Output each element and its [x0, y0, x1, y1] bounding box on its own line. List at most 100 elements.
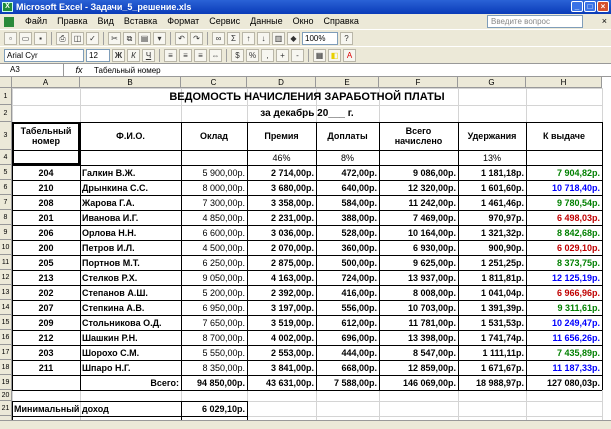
employee-pay[interactable]: 9 780,54р.	[526, 195, 602, 210]
spelling-icon[interactable]: ✓	[86, 31, 99, 45]
employee-bonus[interactable]: 3 841,00р.	[247, 360, 316, 375]
header-extra[interactable]: Доплаты	[316, 122, 379, 150]
menu-file[interactable]: Файл	[20, 14, 52, 29]
row-header-13[interactable]: 13	[0, 285, 12, 300]
function-icon[interactable]: fx	[64, 65, 94, 75]
employee-id[interactable]: 203	[12, 345, 80, 360]
employee-deductions[interactable]: 1 601,60р.	[458, 180, 526, 195]
menu-insert[interactable]: Вставка	[119, 14, 162, 29]
font-color-icon[interactable]: A	[343, 48, 356, 62]
menu-view[interactable]: Вид	[93, 14, 119, 29]
employee-bonus[interactable]: 2 392,00р.	[247, 285, 316, 300]
employee-pay[interactable]: 6 029,10р.	[526, 240, 602, 255]
sort-asc-icon[interactable]: ↑	[242, 31, 255, 45]
percent-icon[interactable]: %	[246, 48, 259, 62]
column-header-a[interactable]: A	[12, 77, 80, 88]
employee-id[interactable]: 205	[12, 255, 80, 270]
employee-id[interactable]: 212	[12, 330, 80, 345]
employee-bonus[interactable]: 2 231,00р.	[247, 210, 316, 225]
summary-label[interactable]: Минимальный доход	[12, 401, 181, 416]
copy-icon[interactable]: ⧉	[123, 31, 136, 45]
menu-data[interactable]: Данные	[245, 14, 288, 29]
employee-id[interactable]: 207	[12, 300, 80, 315]
save-icon[interactable]: ▪	[34, 31, 47, 45]
menu-help[interactable]: Справка	[319, 14, 364, 29]
employee-deductions[interactable]: 970,97р.	[458, 210, 526, 225]
row-header-11[interactable]: 11	[0, 255, 12, 270]
bonus-rate[interactable]: 46%	[247, 150, 316, 165]
header-bonus[interactable]: Премия	[247, 122, 316, 150]
employee-salary[interactable]: 4 500,00р.	[181, 240, 247, 255]
zoom-select[interactable]: 100%	[302, 31, 338, 45]
open-icon[interactable]: ▭	[19, 31, 32, 45]
employee-total[interactable]: 13 937,00р.	[379, 270, 458, 285]
employee-name[interactable]: Портнов М.Т.	[80, 255, 181, 270]
row-header-18[interactable]: 18	[0, 360, 12, 375]
employee-id[interactable]: 208	[12, 195, 80, 210]
employee-id[interactable]: 201	[12, 210, 80, 225]
row-header-20[interactable]: 20	[0, 390, 12, 401]
employee-bonus[interactable]: 4 163,00р.	[247, 270, 316, 285]
employee-salary[interactable]: 5 900,00р.	[181, 165, 247, 180]
employee-extra[interactable]: 472,00р.	[316, 165, 379, 180]
redo-icon[interactable]: ↷	[190, 31, 203, 45]
paste-icon[interactable]: ▤	[138, 31, 151, 45]
employee-bonus[interactable]: 2 714,00р.	[247, 165, 316, 180]
row-header-9[interactable]: 9	[0, 225, 12, 240]
employee-deductions[interactable]: 900,90р.	[458, 240, 526, 255]
decrease-decimal-icon[interactable]: -	[291, 48, 304, 62]
employee-bonus[interactable]: 2 875,00р.	[247, 255, 316, 270]
employee-deductions[interactable]: 1 741,74р.	[458, 330, 526, 345]
employee-name[interactable]: Шпаро Н.Г.	[80, 360, 181, 375]
total-accrued[interactable]: 146 069,00р.	[379, 375, 458, 390]
row-header-17[interactable]: 17	[0, 345, 12, 360]
menu-window[interactable]: Окно	[288, 14, 319, 29]
header-deductions[interactable]: Удержания	[458, 122, 526, 150]
employee-name[interactable]: Шашкин Р.Н.	[80, 330, 181, 345]
sheet-subtitle[interactable]: за декабрь 20___ г.	[12, 105, 602, 122]
row-header-16[interactable]: 16	[0, 330, 12, 345]
close-button[interactable]: ×	[597, 1, 609, 12]
underline-icon[interactable]: Ч	[142, 48, 155, 62]
help-icon[interactable]: ?	[340, 31, 353, 45]
summary-value[interactable]: 6 029,10р.	[181, 401, 247, 416]
employee-salary[interactable]: 6 950,00р.	[181, 300, 247, 315]
header-name[interactable]: Ф.И.О.	[80, 122, 181, 150]
employee-total[interactable]: 9 625,00р.	[379, 255, 458, 270]
total-deductions[interactable]: 18 988,97р.	[458, 375, 526, 390]
column-header-d[interactable]: D	[247, 77, 316, 88]
employee-deductions[interactable]: 1 671,67р.	[458, 360, 526, 375]
employee-id[interactable]: 213	[12, 270, 80, 285]
employee-pay[interactable]: 11 656,26р.	[526, 330, 602, 345]
employee-name[interactable]: Степанов А.Ш.	[80, 285, 181, 300]
currency-icon[interactable]: $	[231, 48, 244, 62]
column-header-h[interactable]: H	[526, 77, 602, 88]
row-header-21[interactable]: 21	[0, 401, 12, 416]
employee-pay[interactable]: 8 842,68р.	[526, 225, 602, 240]
employee-total[interactable]: 10 703,00р.	[379, 300, 458, 315]
employee-name[interactable]: Жарова Г.А.	[80, 195, 181, 210]
employee-total[interactable]: 8 547,00р.	[379, 345, 458, 360]
employee-pay[interactable]: 9 311,61р.	[526, 300, 602, 315]
employee-extra[interactable]: 500,00р.	[316, 255, 379, 270]
employee-extra[interactable]: 444,00р.	[316, 345, 379, 360]
column-header-g[interactable]: G	[458, 77, 526, 88]
employee-name[interactable]: Дрынкина С.С.	[80, 180, 181, 195]
employee-extra[interactable]: 360,00р.	[316, 240, 379, 255]
row-header-19[interactable]: 19	[0, 375, 12, 390]
employee-bonus[interactable]: 4 002,00р.	[247, 330, 316, 345]
employee-extra[interactable]: 556,00р.	[316, 300, 379, 315]
deduction-rate[interactable]: 13%	[458, 150, 526, 165]
employee-pay[interactable]: 10 249,47р.	[526, 315, 602, 330]
chart-wizard-icon[interactable]: ▥	[272, 31, 285, 45]
employee-deductions[interactable]: 1 811,81р.	[458, 270, 526, 285]
total-pay[interactable]: 127 080,03р.	[526, 375, 602, 390]
employee-deductions[interactable]: 1 321,32р.	[458, 225, 526, 240]
employee-salary[interactable]: 7 650,00р.	[181, 315, 247, 330]
row-header-1[interactable]: 1	[0, 88, 12, 105]
employee-extra[interactable]: 724,00р.	[316, 270, 379, 285]
employee-total[interactable]: 13 398,00р.	[379, 330, 458, 345]
worksheet-grid[interactable]: A B C D E F G H 1 2 3 4 5 6 7 8 9 10 11 12 13 14 15 16 17 18 19 20 2…	[0, 77, 611, 420]
employee-id[interactable]: 200	[12, 240, 80, 255]
employee-deductions[interactable]: 1 251,25р.	[458, 255, 526, 270]
